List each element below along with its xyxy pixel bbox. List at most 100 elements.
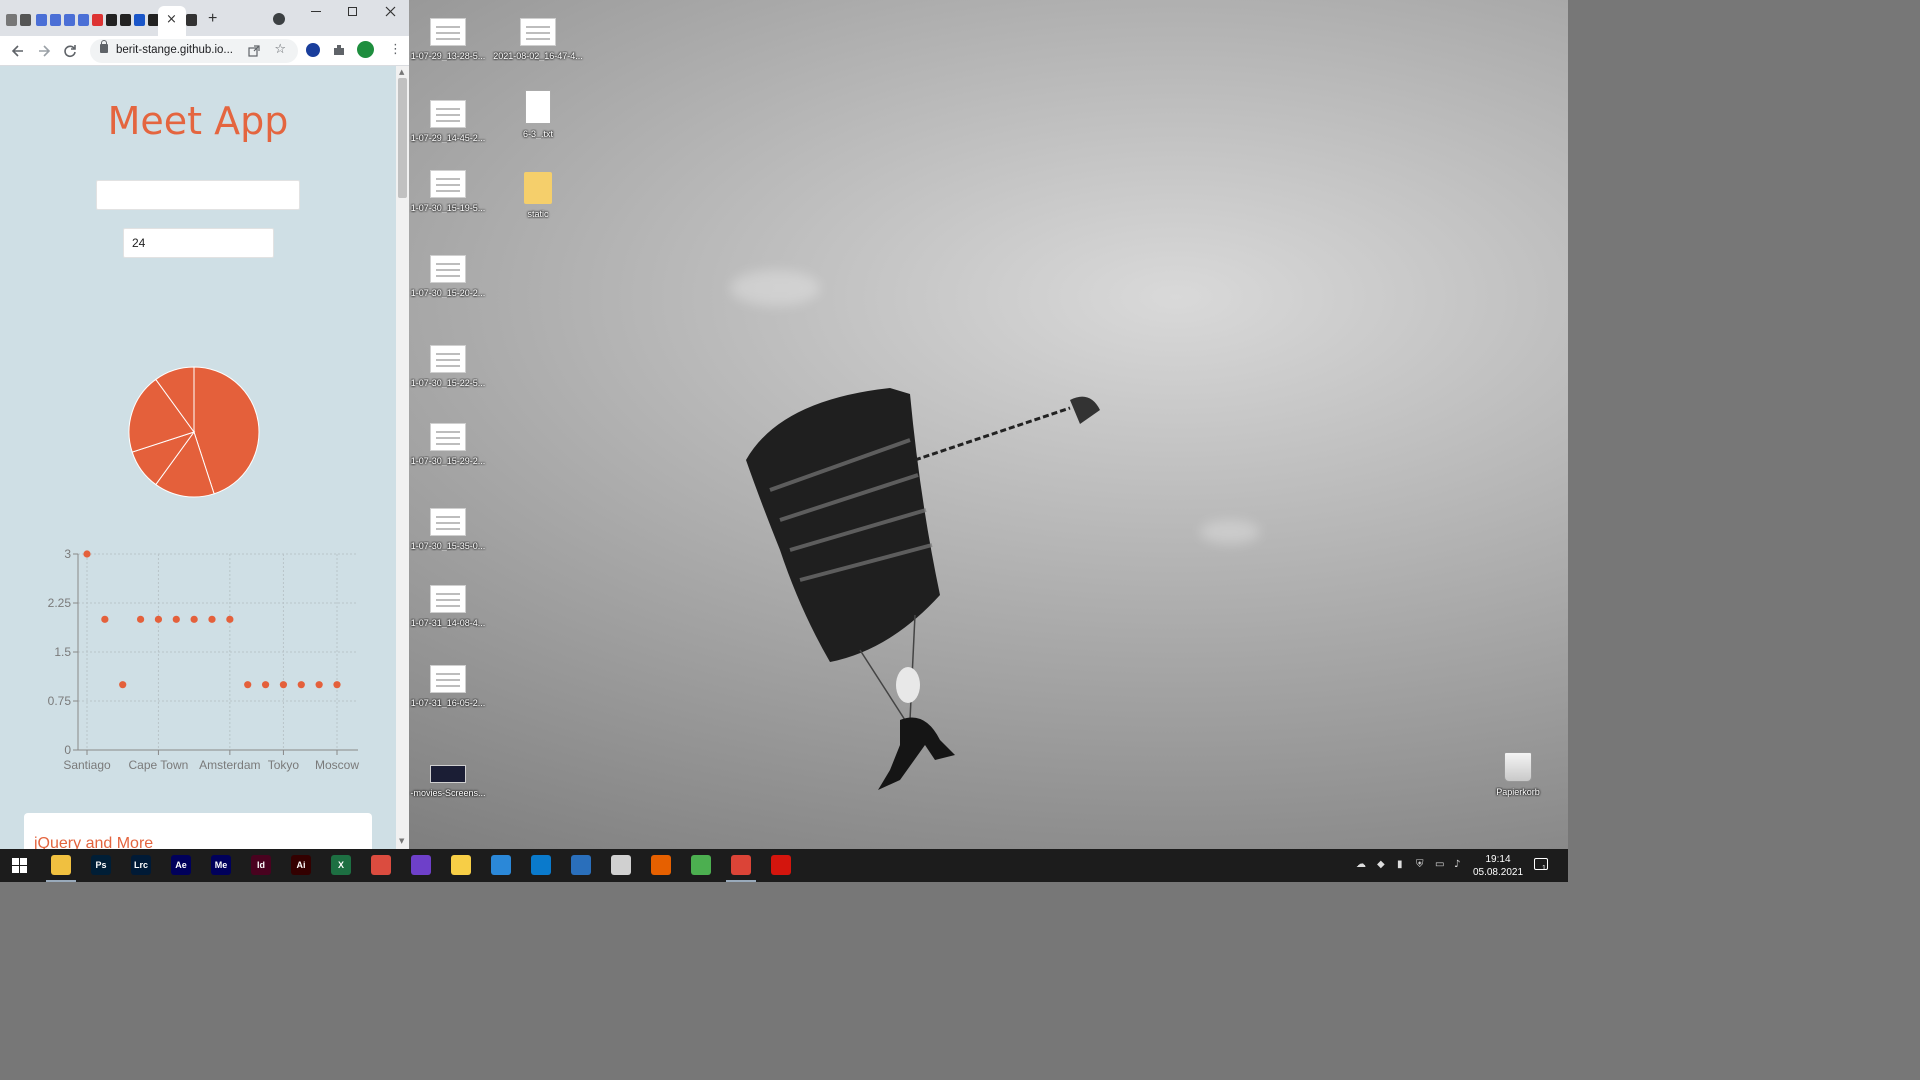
firefox-icon[interactable] xyxy=(651,855,671,875)
desktop-file-label: 1-07-31_14-08-4... xyxy=(410,618,486,628)
url-text[interactable]: berit-stange.github.io... xyxy=(116,44,233,56)
window-close-button[interactable] xyxy=(385,6,396,17)
github-icon[interactable] xyxy=(411,855,431,875)
tab-favicon[interactable] xyxy=(20,14,31,26)
city-search-input[interactable] xyxy=(96,180,300,210)
scatter-point xyxy=(136,615,145,623)
desktop-file-icon[interactable]: 1-07-30_15-22-5... xyxy=(400,345,496,388)
notification-center-icon[interactable]: 1 xyxy=(1534,858,1548,872)
volume-icon[interactable]: ♪ xyxy=(1454,859,1465,871)
extensions-puzzle-icon[interactable] xyxy=(332,43,346,57)
excel-icon[interactable]: X xyxy=(331,855,351,875)
y-tick-label: 2.25 xyxy=(48,596,72,610)
taskbar-active-indicator xyxy=(726,880,756,882)
browser-window: × + berit-stange.github.io... ☆ ⋮ Meet A… xyxy=(0,0,409,849)
image-file-icon xyxy=(430,170,466,198)
desktop-file-icon[interactable]: 2021-08-02_16-47-4... xyxy=(490,18,586,61)
scatter-point xyxy=(261,681,270,689)
git-icon[interactable] xyxy=(611,855,631,875)
acrobat-icon[interactable] xyxy=(771,855,791,875)
scrollbar-thumb[interactable] xyxy=(398,78,407,198)
desktop-file-icon[interactable]: 1-07-30_15-35-0... xyxy=(400,508,496,551)
tab-favicon[interactable] xyxy=(50,14,61,26)
profile-avatar[interactable] xyxy=(357,41,374,58)
reload-icon[interactable] xyxy=(63,44,77,58)
desktop-file-icon[interactable]: 1-07-29_13-28-5... xyxy=(400,18,496,61)
tab-favicon[interactable] xyxy=(6,14,17,26)
bookmark-star-icon[interactable]: ☆ xyxy=(274,42,286,57)
dropbox-icon[interactable]: ◆ xyxy=(1377,859,1388,871)
tab-favicon[interactable] xyxy=(106,14,117,26)
image-file-icon xyxy=(430,255,466,283)
image-file-icon xyxy=(430,345,466,373)
lightroom-classic-icon[interactable]: Lrc xyxy=(131,855,151,875)
desktop-file-icon[interactable]: 1-07-30_15-19-5... xyxy=(400,170,496,213)
tab-favicon[interactable] xyxy=(120,14,131,26)
active-tab[interactable]: × xyxy=(158,6,186,36)
event-card[interactable]: jQuery and More xyxy=(24,813,372,849)
image-file-icon xyxy=(520,18,556,46)
new-tab-button[interactable]: + xyxy=(208,10,217,28)
calendar-app-icon[interactable] xyxy=(491,855,511,875)
desktop-file-icon[interactable]: 1-07-30_15-20-2... xyxy=(400,255,496,298)
tab-favicon[interactable] xyxy=(92,14,103,26)
minimize-button[interactable] xyxy=(311,11,321,12)
chrome-active-icon[interactable] xyxy=(731,855,751,875)
media-encoder-icon[interactable]: Me xyxy=(211,855,231,875)
skydiver-camera xyxy=(896,667,920,703)
tab-favicon[interactable] xyxy=(134,14,145,26)
todoist-icon[interactable] xyxy=(371,855,391,875)
recycle-bin[interactable]: Papierkorb xyxy=(1488,752,1548,797)
desktop-file-icon[interactable]: 1-07-30_15-29-2... xyxy=(400,423,496,466)
lock-icon[interactable] xyxy=(100,40,108,53)
chrome-icon[interactable] xyxy=(691,855,711,875)
address-bar[interactable]: berit-stange.github.io... ☆ xyxy=(90,39,298,63)
tab-search-button[interactable] xyxy=(273,13,285,25)
file-explorer-icon[interactable] xyxy=(51,855,71,875)
after-effects-icon[interactable]: Ae xyxy=(171,855,191,875)
notification-count: 1 xyxy=(1542,865,1546,872)
taskbar-clock[interactable]: 19:14 05.08.2021 xyxy=(1470,853,1526,879)
desktop-file-icon[interactable]: -movies-Screens... xyxy=(400,765,496,798)
page-scrollbar[interactable]: ▲ ▼ xyxy=(396,66,409,849)
image-file-icon xyxy=(430,665,466,693)
onedrive-icon[interactable]: ☁ xyxy=(1356,859,1367,871)
illustrator-icon[interactable]: Ai xyxy=(291,855,311,875)
tab-close-button[interactable]: × xyxy=(166,12,177,27)
number-of-events-input[interactable] xyxy=(123,228,274,258)
photoshop-icon[interactable]: Ps xyxy=(91,855,111,875)
desktop-file-icon[interactable]: 1-07-31_16-05-2... xyxy=(400,665,496,708)
vscode-icon[interactable] xyxy=(531,855,551,875)
usb-icon[interactable]: ▮ xyxy=(1397,859,1408,871)
desktop-file-icon[interactable]: static xyxy=(490,172,586,219)
open-external-icon[interactable] xyxy=(248,45,260,57)
network-icon[interactable]: ▭ xyxy=(1435,859,1446,871)
scatter-point xyxy=(279,681,288,689)
forward-icon[interactable] xyxy=(37,44,51,58)
sticky-notes-icon[interactable] xyxy=(451,855,471,875)
desktop-file-icon[interactable]: 1-07-31_14-08-4... xyxy=(400,585,496,628)
desktop-file-label: 1-07-29_14-45-2... xyxy=(410,133,486,143)
back-icon[interactable] xyxy=(11,44,25,58)
powershell-icon[interactable] xyxy=(571,855,591,875)
desktop-file-icon[interactable]: 6-3_.txt xyxy=(490,90,586,139)
tab-favicon[interactable] xyxy=(36,14,47,26)
parachute-canopy xyxy=(746,388,940,662)
folder-icon xyxy=(524,172,552,204)
maximize-button[interactable] xyxy=(348,7,357,16)
recycle-bin-icon xyxy=(1504,752,1532,782)
extension-icon[interactable] xyxy=(306,43,320,57)
security-shield-icon[interactable]: ⛨ xyxy=(1416,859,1427,871)
indesign-icon[interactable]: Id xyxy=(251,855,271,875)
scatter-point xyxy=(297,681,305,689)
event-title: jQuery and More xyxy=(34,835,154,849)
scroll-up-arrow[interactable]: ▲ xyxy=(399,68,404,76)
tab-favicon[interactable] xyxy=(64,14,75,26)
browser-menu-icon[interactable]: ⋮ xyxy=(389,42,402,57)
windows-start-icon[interactable] xyxy=(12,858,27,873)
tab-favicon[interactable] xyxy=(78,14,89,26)
desktop-file-icon[interactable]: 1-07-29_14-45-2... xyxy=(400,100,496,143)
scroll-down-arrow[interactable]: ▼ xyxy=(399,837,404,845)
tab-favicon[interactable] xyxy=(186,14,197,26)
desktop-file-label: static xyxy=(527,209,549,219)
